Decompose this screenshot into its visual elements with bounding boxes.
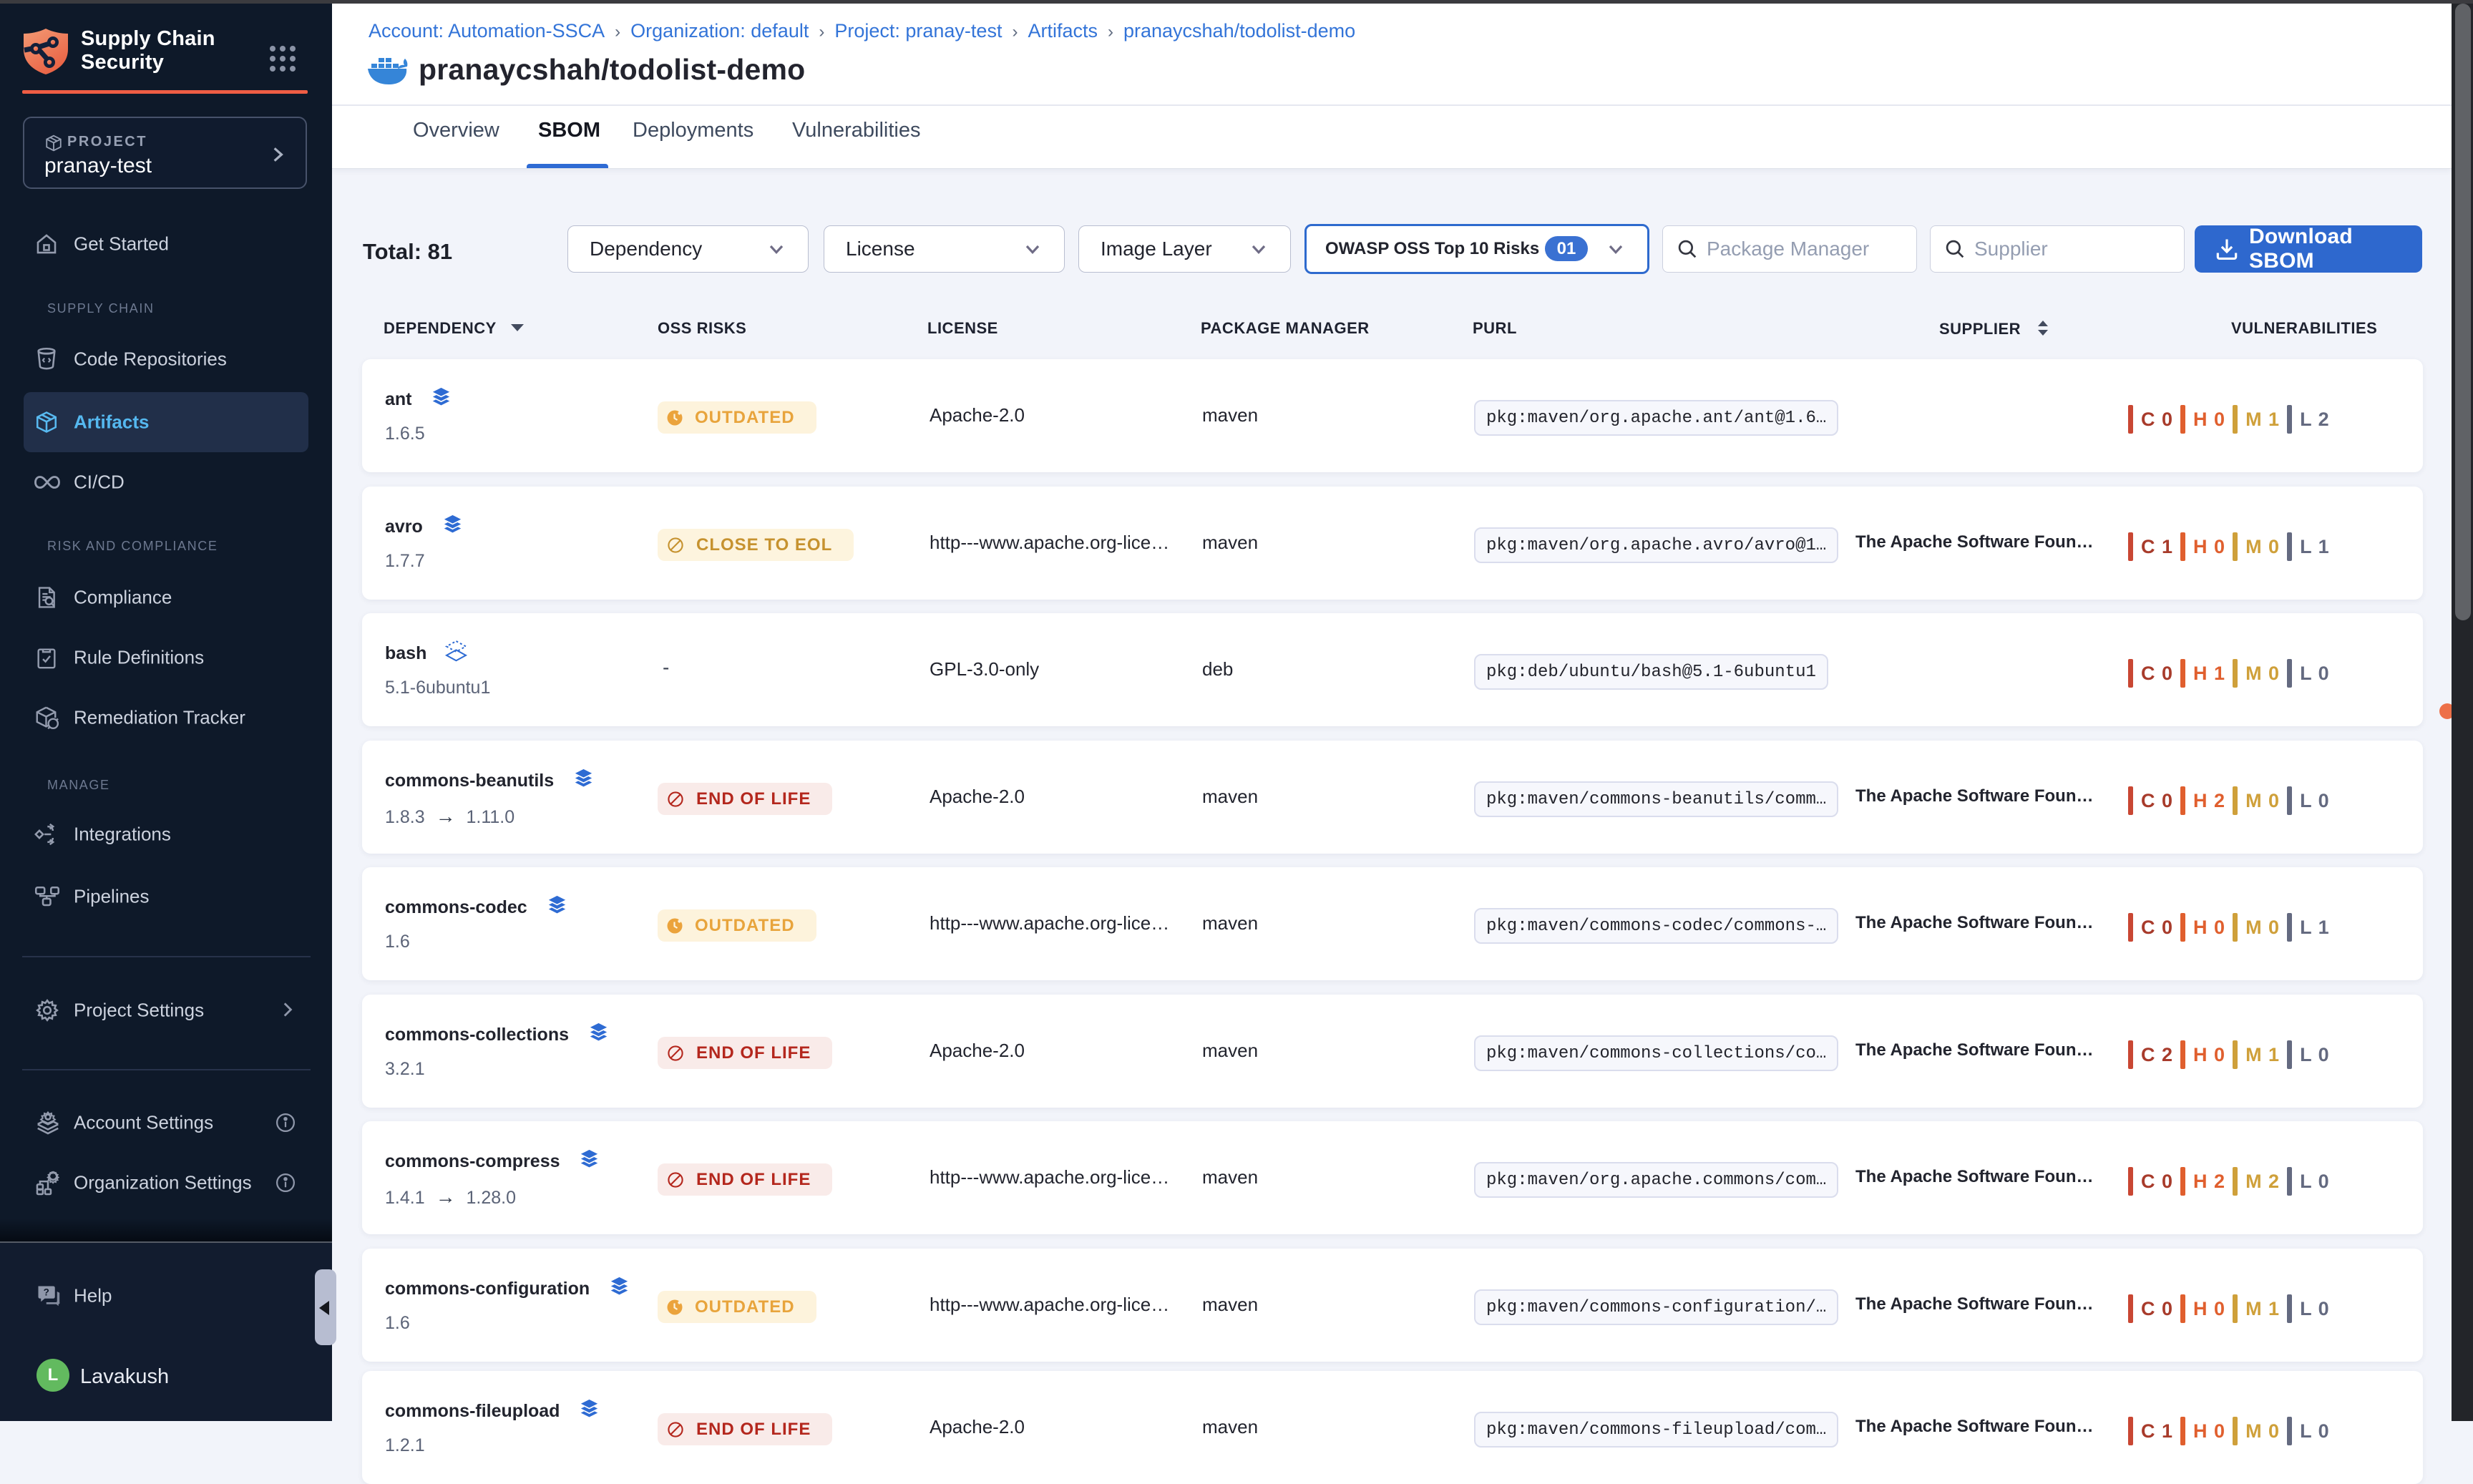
svg-text:?: ?: [44, 1287, 49, 1298]
